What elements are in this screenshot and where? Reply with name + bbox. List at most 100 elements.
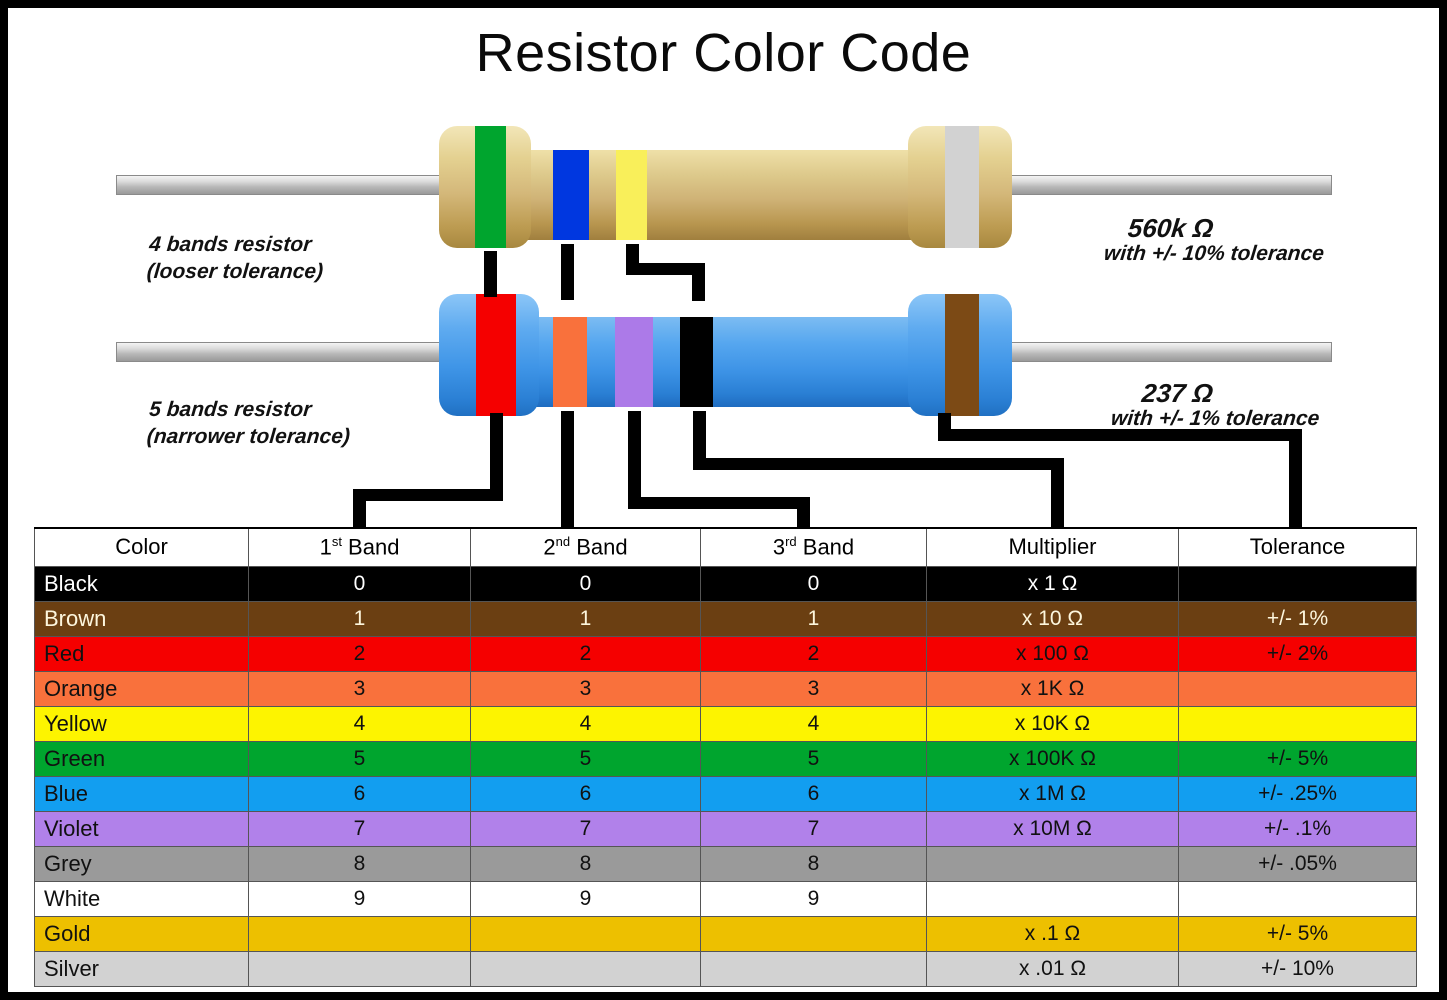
col-header-band2: 2nd Band xyxy=(470,527,701,567)
cell-color-name: Black xyxy=(34,565,249,602)
cell-multiplier xyxy=(926,845,1179,882)
cell-band3 xyxy=(700,950,927,987)
cell-multiplier: x 100K Ω xyxy=(926,740,1179,777)
cell-color-name: Violet xyxy=(34,810,249,847)
table-row: Violet 7 7 7 x 10M Ω +/- .1% xyxy=(34,810,1417,847)
cell-color-name: Orange xyxy=(34,670,249,707)
cell-multiplier: x .01 Ω xyxy=(926,950,1179,987)
cell-band2: 0 xyxy=(470,565,701,602)
connector-band2-bridge xyxy=(561,244,574,300)
col-header-band1: 1st Band xyxy=(248,527,471,567)
band-3-violet xyxy=(615,317,653,407)
cell-band1 xyxy=(248,915,471,952)
table-row: Yellow 4 4 4 x 10K Ω xyxy=(34,705,1417,742)
connector-col4-h xyxy=(693,458,1063,470)
resistor-cap-left-5band xyxy=(439,294,539,416)
cell-multiplier xyxy=(926,880,1179,917)
connector-col3-h xyxy=(628,497,810,509)
cell-tolerance: +/- 2% xyxy=(1178,635,1417,672)
connector-col5-drop xyxy=(1289,429,1302,527)
cell-tolerance xyxy=(1178,880,1417,917)
cell-tolerance: +/- 5% xyxy=(1178,915,1417,952)
connector-col3-drop xyxy=(797,497,810,527)
cell-tolerance: +/- 5% xyxy=(1178,740,1417,777)
cell-multiplier: x 1M Ω xyxy=(926,775,1179,812)
cell-color-name: Silver xyxy=(34,950,249,987)
cell-band3: 9 xyxy=(700,880,927,917)
cell-band3: 8 xyxy=(700,845,927,882)
cell-multiplier: x 10 Ω xyxy=(926,600,1179,637)
cell-band2: 4 xyxy=(470,705,701,742)
cell-band1: 2 xyxy=(248,635,471,672)
band-2-orange xyxy=(553,317,587,407)
cell-band1: 3 xyxy=(248,670,471,707)
connector-band1-bridge xyxy=(484,251,497,297)
resistor-cap-right-5band xyxy=(908,294,1012,416)
cell-band3: 4 xyxy=(700,705,927,742)
connector-col2-v xyxy=(561,411,574,527)
table-row: White 9 9 9 xyxy=(34,880,1417,917)
cell-band3: 0 xyxy=(700,565,927,602)
cell-band1: 5 xyxy=(248,740,471,777)
cell-color-name: Brown xyxy=(34,600,249,637)
cell-band2 xyxy=(470,915,701,952)
color-code-table: Color 1st Band 2nd Band 3rd Band Multipl… xyxy=(34,527,1417,987)
five-band-label: 5 bands resistor (narrower tolerance) xyxy=(146,397,354,451)
lead-right-5band xyxy=(996,342,1332,362)
cell-multiplier: x 1 Ω xyxy=(926,565,1179,602)
cell-multiplier: x 100 Ω xyxy=(926,635,1179,672)
five-band-value: 237 Ω xyxy=(1140,378,1215,408)
cell-band2: 8 xyxy=(470,845,701,882)
table-row: Gold x .1 Ω +/- 5% xyxy=(34,915,1417,952)
cell-tolerance: +/- 1% xyxy=(1178,600,1417,637)
connector-band3-bridge-v2 xyxy=(692,263,705,301)
cell-band1: 9 xyxy=(248,880,471,917)
band-1-red xyxy=(476,294,516,416)
cell-color-name: White xyxy=(34,880,249,917)
cell-band2: 5 xyxy=(470,740,701,777)
cell-tolerance: +/- .05% xyxy=(1178,845,1417,882)
cell-band3: 5 xyxy=(700,740,927,777)
cell-color-name: Red xyxy=(34,635,249,672)
lead-left-5band xyxy=(116,342,456,362)
table-header-row: Color 1st Band 2nd Band 3rd Band Multipl… xyxy=(34,527,1417,567)
table-row: Orange 3 3 3 x 1K Ω xyxy=(34,670,1417,707)
cell-color-name: Grey xyxy=(34,845,249,882)
cell-band2: 1 xyxy=(470,600,701,637)
cell-band3: 1 xyxy=(700,600,927,637)
table-row: Black 0 0 0 x 1 Ω xyxy=(34,565,1417,602)
cell-band2: 3 xyxy=(470,670,701,707)
band-5-brown xyxy=(945,294,979,416)
five-band-label-line2: (narrower tolerance) xyxy=(145,424,351,448)
cell-color-name: Yellow xyxy=(34,705,249,742)
table-row: Grey 8 8 8 +/- .05% xyxy=(34,845,1417,882)
col-header-tolerance: Tolerance xyxy=(1178,527,1417,567)
cell-band1: 6 xyxy=(248,775,471,812)
cell-band3 xyxy=(700,915,927,952)
connector-col3-v1 xyxy=(628,411,641,509)
table-row: Silver x .01 Ω +/- 10% xyxy=(34,950,1417,987)
col-header-color: Color xyxy=(34,527,249,567)
cell-band2 xyxy=(470,950,701,987)
cell-tolerance: +/- .1% xyxy=(1178,810,1417,847)
cell-color-name: Blue xyxy=(34,775,249,812)
cell-band3: 3 xyxy=(700,670,927,707)
table-body: Black 0 0 0 x 1 Ω Brown 1 1 1 x 10 Ω +/- 1% Red 2 2 2 x… xyxy=(34,565,1417,987)
col-header-multiplier: Multiplier xyxy=(926,527,1179,567)
cell-band3: 6 xyxy=(700,775,927,812)
cell-band3: 2 xyxy=(700,635,927,672)
cell-band2: 2 xyxy=(470,635,701,672)
cell-tolerance xyxy=(1178,705,1417,742)
cell-multiplier: x 10K Ω xyxy=(926,705,1179,742)
connector-col1-drop xyxy=(353,489,366,527)
band-4-black xyxy=(680,317,713,407)
cell-multiplier: x 10M Ω xyxy=(926,810,1179,847)
table-row: Green 5 5 5 x 100K Ω +/- 5% xyxy=(34,740,1417,777)
table-row: Brown 1 1 1 x 10 Ω +/- 1% xyxy=(34,600,1417,637)
table-row: Red 2 2 2 x 100 Ω +/- 2% xyxy=(34,635,1417,672)
cell-band2: 7 xyxy=(470,810,701,847)
cell-band1: 8 xyxy=(248,845,471,882)
cell-band1: 7 xyxy=(248,810,471,847)
cell-band1: 0 xyxy=(248,565,471,602)
cell-tolerance: +/- 10% xyxy=(1178,950,1417,987)
